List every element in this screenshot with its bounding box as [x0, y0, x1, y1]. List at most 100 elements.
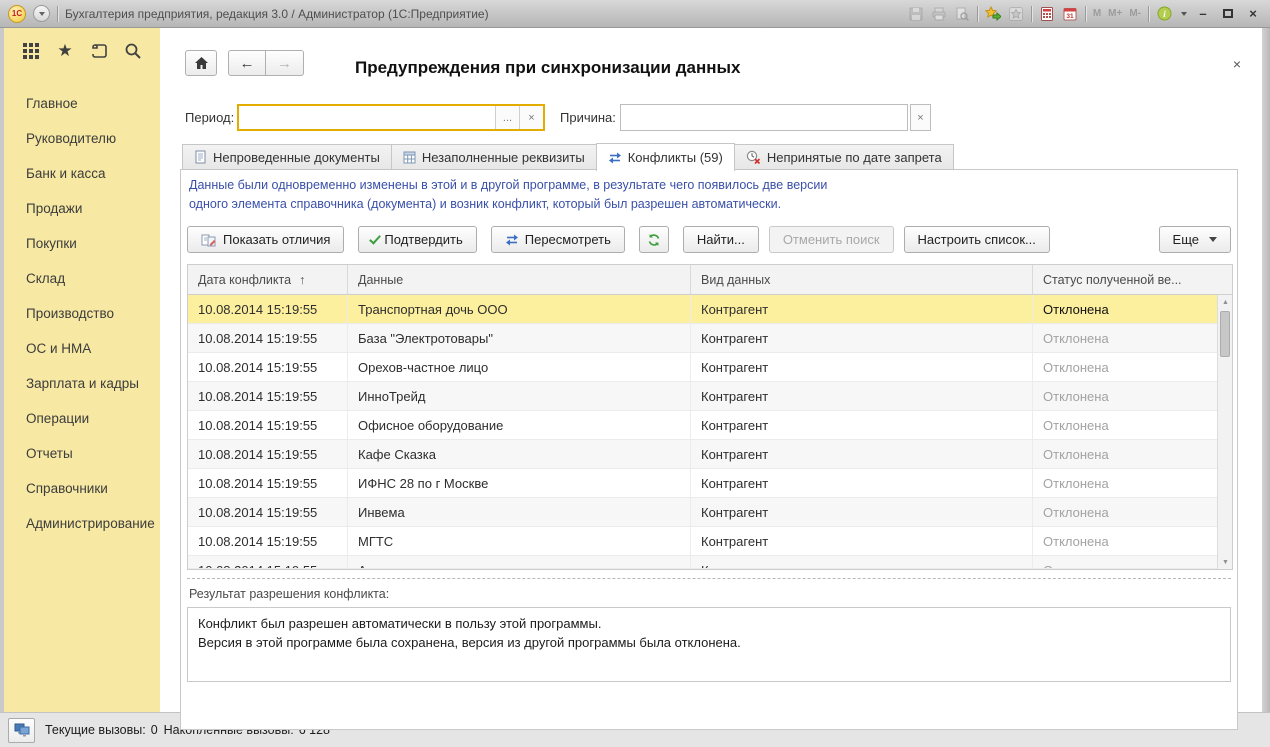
refresh-button[interactable]: [639, 226, 669, 253]
history-icon[interactable]: [88, 40, 110, 62]
system-menu-button[interactable]: [33, 5, 50, 22]
period-select-button[interactable]: ...: [495, 106, 519, 129]
column-header-status[interactable]: Статус полученной ве...: [1033, 265, 1232, 294]
table-row[interactable]: 10.08.2014 15:19:55База "Электротовары"К…: [188, 324, 1217, 353]
close-page-button[interactable]: ×: [1228, 56, 1246, 72]
forward-button[interactable]: →: [266, 50, 304, 76]
cell-date: 10.08.2014 15:19:55: [188, 324, 348, 352]
home-button[interactable]: [185, 50, 217, 76]
maximize-button[interactable]: [1219, 6, 1237, 21]
svg-text:31: 31: [1066, 13, 1074, 20]
cell-status: Отклонена: [1033, 353, 1217, 381]
add-favorite-icon[interactable]: [985, 6, 1001, 22]
close-window-button[interactable]: ×: [1244, 6, 1262, 21]
reason-field-group: [620, 104, 908, 131]
table-row[interactable]: 10.08.2014 15:19:55Транспортная дочь ООО…: [188, 295, 1217, 324]
configure-list-button[interactable]: Настроить список...: [904, 226, 1050, 253]
current-calls-value: 0: [151, 723, 158, 737]
cell-date: 10.08.2014 15:19:55: [188, 411, 348, 439]
reason-clear-button[interactable]: ×: [910, 104, 931, 131]
favorites-star-icon[interactable]: ★: [54, 40, 76, 62]
chevron-down-icon: [1209, 237, 1217, 242]
sidebar: ★ ГлавноеРуководителюБанк и кассаПродажи…: [4, 28, 160, 712]
cell-kind: Контрагент: [691, 411, 1033, 439]
calculator-icon[interactable]: [1039, 6, 1055, 22]
cell-data: Орехов-частное лицо: [348, 353, 691, 381]
confirm-button[interactable]: Подтвердить: [358, 226, 476, 253]
sidebar-item[interactable]: Зарплата и кадры: [4, 366, 160, 401]
reason-input[interactable]: [621, 105, 907, 130]
sidebar-item[interactable]: Главное: [4, 86, 160, 121]
sync-conflict-icon: [608, 151, 622, 165]
column-header-date[interactable]: Дата конфликта ↑: [188, 265, 348, 294]
chevron-down-icon[interactable]: [1181, 12, 1187, 16]
tab-conflicts[interactable]: Конфликты (59): [596, 143, 735, 171]
sidebar-item[interactable]: Руководителю: [4, 121, 160, 156]
divider: [1031, 6, 1032, 22]
scroll-down-icon[interactable]: ▼: [1218, 555, 1233, 569]
tab-rejected-by-date[interactable]: Непринятые по дате запрета: [735, 144, 954, 170]
column-header-kind[interactable]: Вид данных: [691, 265, 1033, 294]
button-label: Отменить поиск: [783, 232, 880, 247]
table-row[interactable]: 10.08.2014 15:19:55А...КонтрагентОтклоне…: [188, 556, 1217, 569]
calendar-icon[interactable]: 31: [1062, 6, 1078, 22]
sidebar-item[interactable]: Операции: [4, 401, 160, 436]
cell-kind: Контрагент: [691, 469, 1033, 497]
tab-unposted-documents[interactable]: Непроведенные документы: [182, 144, 391, 170]
info-icon[interactable]: i: [1156, 6, 1172, 22]
favorites-icon: [1008, 6, 1024, 22]
table-row[interactable]: 10.08.2014 15:19:55ИнвемаКонтрагентОткло…: [188, 498, 1217, 527]
button-label: Подтвердить: [384, 232, 462, 247]
sidebar-item[interactable]: Банк и касса: [4, 156, 160, 191]
period-input[interactable]: [239, 106, 495, 129]
period-field-group: ... ×: [237, 104, 545, 131]
result-label: Результат разрешения конфликта:: [189, 587, 389, 601]
conflict-description: Данные были одновременно изменены в этой…: [189, 176, 827, 215]
vertical-scrollbar[interactable]: ▲ ▼: [1217, 295, 1232, 569]
table-header: Дата конфликта ↑ Данные Вид данных Стату…: [188, 265, 1232, 295]
sidebar-item[interactable]: Покупки: [4, 226, 160, 261]
splitter[interactable]: [187, 578, 1231, 579]
cell-kind: Контрагент: [691, 440, 1033, 468]
find-button[interactable]: Найти...: [683, 226, 759, 253]
minimize-button[interactable]: –: [1194, 6, 1212, 21]
sidebar-item[interactable]: Склад: [4, 261, 160, 296]
button-label: Показать отличия: [223, 232, 330, 247]
cell-data: МГТС: [348, 527, 691, 555]
performance-indicator-button[interactable]: [8, 718, 35, 743]
tab-label: Непринятые по дате запрета: [767, 150, 942, 165]
reason-label: Причина:: [560, 104, 616, 131]
show-differences-button[interactable]: Показать отличия: [187, 226, 344, 253]
cell-data: Кафе Сказка: [348, 440, 691, 468]
sidebar-item[interactable]: ОС и НМА: [4, 331, 160, 366]
search-icon[interactable]: [122, 40, 144, 62]
sidebar-item[interactable]: Продажи: [4, 191, 160, 226]
print-preview-icon: [954, 6, 970, 22]
scroll-up-icon[interactable]: ▲: [1218, 295, 1233, 309]
sidebar-item[interactable]: Справочники: [4, 471, 160, 506]
app-logo-icon: 1С: [8, 5, 26, 23]
table-row[interactable]: 10.08.2014 15:19:55Офисное оборудованиеК…: [188, 411, 1217, 440]
table-body: 10.08.2014 15:19:55Транспортная дочь ООО…: [188, 295, 1217, 569]
tab-unfilled-attributes[interactable]: Незаполненные реквизиты: [391, 144, 596, 170]
table-row[interactable]: 10.08.2014 15:19:55Кафе СказкаКонтрагент…: [188, 440, 1217, 469]
refresh-icon: [647, 233, 661, 247]
tab-label: Конфликты (59): [628, 150, 723, 165]
table-row[interactable]: 10.08.2014 15:19:55Орехов-частное лицоКо…: [188, 353, 1217, 382]
column-header-data[interactable]: Данные: [348, 265, 691, 294]
cell-status: Отклонена: [1033, 469, 1217, 497]
sidebar-item[interactable]: Администрирование: [4, 506, 160, 541]
sections-menu-icon[interactable]: [20, 40, 42, 62]
scrollbar-thumb[interactable]: [1220, 311, 1230, 357]
back-button[interactable]: ←: [228, 50, 266, 76]
review-button[interactable]: Пересмотреть: [491, 226, 625, 253]
cell-date: 10.08.2014 15:19:55: [188, 295, 348, 323]
sidebar-item[interactable]: Отчеты: [4, 436, 160, 471]
table-row[interactable]: 10.08.2014 15:19:55МГТСКонтрагентОтклоне…: [188, 527, 1217, 556]
more-button[interactable]: Еще: [1159, 226, 1231, 253]
table-row[interactable]: 10.08.2014 15:19:55ИнноТрейдКонтрагентОт…: [188, 382, 1217, 411]
period-clear-button[interactable]: ×: [519, 106, 543, 129]
sidebar-item[interactable]: Производство: [4, 296, 160, 331]
table-row[interactable]: 10.08.2014 15:19:55ИФНС 28 по г МосквеКо…: [188, 469, 1217, 498]
result-line1: Конфликт был разрешен автоматически в по…: [198, 615, 1220, 634]
